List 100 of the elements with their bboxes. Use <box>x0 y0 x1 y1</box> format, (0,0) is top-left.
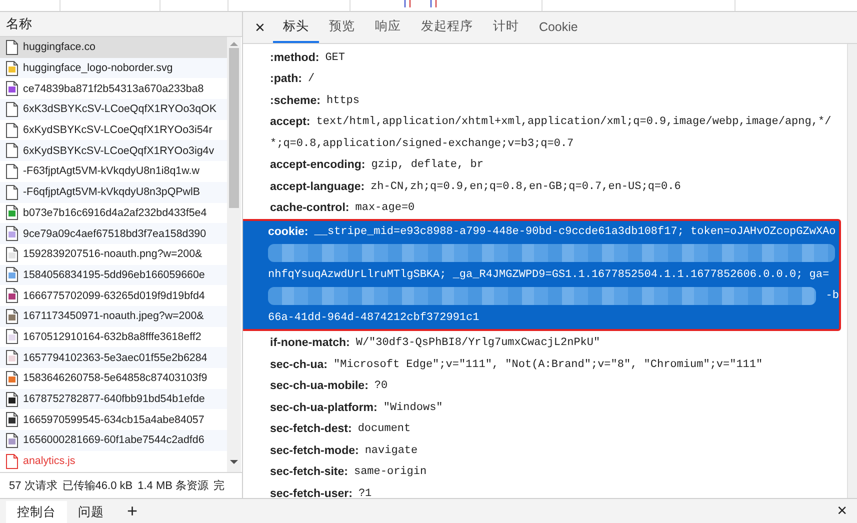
header-value: W/"30df3-QsPhBI8/Yrlg7umxCwacjL2nPkU" <box>356 337 600 350</box>
detail-tab[interactable]: 标头 <box>272 12 319 43</box>
request-row[interactable]: 9ce79a09c4aef67518bd3f7ea158d390 <box>0 223 227 244</box>
header-name: sec-ch-ua-platform: <box>270 402 378 414</box>
detail-tab[interactable]: 预览 <box>318 12 365 43</box>
header-name: accept-encoding: <box>270 159 366 172</box>
file-name: 1656000281669-60f1abe7544c2adfd6 <box>23 434 204 446</box>
header-name: :scheme: <box>270 94 320 107</box>
transferred-size: 已传输46.0 kB <box>62 479 133 494</box>
header-value: "Windows" <box>383 402 443 414</box>
request-row[interactable]: 1592839207516-noauth.png?w=200& <box>0 244 227 265</box>
header-name: sec-fetch-dest: <box>270 423 352 436</box>
header-name: sec-fetch-site: <box>270 466 348 478</box>
request-row[interactable]: 6xKydSBYKcSV-LCoeQqfX1RYOo3i54r <box>0 120 227 140</box>
request-row[interactable]: 1666775702099-63265d019f9d19bfd4 <box>0 285 227 306</box>
finish-time: 完 <box>214 478 225 494</box>
file-name: 1592839207516-noauth.png?w=200& <box>23 248 202 260</box>
file-name: -F63fjptAgt5VM-kVkqdyU8n1i8q1w.w <box>23 165 200 178</box>
file-name: 6xKydSBYKcSV-LCoeQqfX1RYOo3i54r <box>23 124 212 136</box>
request-row[interactable]: 1657794102363-5e3aec01f55e2b6284 <box>0 347 227 368</box>
header-name: :method: <box>270 52 320 64</box>
detail-tab[interactable]: 计时 <box>482 12 529 43</box>
header-name: cookie: <box>268 226 308 238</box>
detail-tab[interactable]: 发起程序 <box>410 12 483 43</box>
request-count: 57 次请求 <box>9 479 58 494</box>
add-button[interactable]: + <box>115 499 150 523</box>
file-name: 6xKydSBYKcSV-LCoeQqfX1RYOo3ig4v <box>23 144 214 157</box>
document-icon <box>6 143 18 158</box>
document-icon <box>6 454 18 469</box>
request-row[interactable]: 1670512910164-632b8a8fffe3618eff2 <box>0 326 227 348</box>
detail-tab[interactable]: Cookie <box>528 12 588 43</box>
header-name: sec-fetch-mode: <box>270 444 359 457</box>
detail-tab[interactable]: 响应 <box>364 12 411 43</box>
file-name: 1671173450971-noauth.jpeg?w=200& <box>23 310 204 322</box>
header-value: navigate <box>364 444 418 457</box>
resource-size: 1.4 MB 条资源 <box>138 479 209 494</box>
close-button[interactable]: × <box>827 499 857 523</box>
request-row[interactable]: analytics.js <box>0 450 227 472</box>
header-value: *;q=0.8,application/signed-exchange;v=b3;q=0.7 <box>270 138 574 150</box>
header-value: "Microsoft Edge";v="111", "Not(A:Brand";v="8", "Chromium";v="111" <box>334 358 763 371</box>
request-row[interactable]: 1665970599545-634cb15a4abe84057 <box>0 409 227 430</box>
file-name: 1666775702099-63265d019f9d19bfd4 <box>23 290 205 302</box>
request-row[interactable]: b073e7b16c6916d4a2af232bd433f5e4 <box>0 202 227 224</box>
request-row[interactable]: 1656000281669-60f1abe7544c2adfd6 <box>0 430 227 451</box>
file-name: analytics.js <box>23 455 76 468</box>
header-value: document <box>358 423 411 436</box>
document-icon <box>6 184 18 200</box>
request-row[interactable]: 6xKydSBYKcSV-LCoeQqfX1RYOo3ig4v <box>0 140 227 162</box>
request-row[interactable]: huggingface_logo-noborder.svg <box>0 58 227 78</box>
header-value: / <box>308 73 315 86</box>
file-name: -F6qfjptAgt5VM-kVkqdyU8n3pQPwlB <box>23 186 200 198</box>
scrollbar[interactable] <box>227 37 241 472</box>
document-icon <box>6 40 18 55</box>
header-value: nhfqYsuqAzwdUrLlruMTlgSBKA; _ga_R4JMGZWPD9=GS1.1.1677852504.1.1.1677852606.0.0.0; ga= <box>268 268 830 281</box>
header-value: gzip, deflate, br <box>371 159 484 172</box>
header-value: zh-CN,zh;q=0.9,en;q=0.8,en-GB;q=0.7,en-US;q=0.6 <box>370 180 681 193</box>
file-name: 6xK3dSBYKcSV-LCoeQqfX1RYOo3qOK <box>23 103 216 116</box>
request-row[interactable]: huggingface.co <box>0 37 227 58</box>
file-name: 1584056834195-5dd96eb166059660e <box>23 268 205 281</box>
header-value: ?1 <box>358 488 372 498</box>
file-name: huggingface_logo-noborder.svg <box>23 62 173 74</box>
header-value: max-age=0 <box>355 202 415 214</box>
header-value: -b <box>826 290 839 302</box>
request-row[interactable]: ce74839ba871f2b54313a670a233ba8 <box>0 78 227 100</box>
document-icon <box>6 102 18 117</box>
file-name: 1657794102363-5e3aec01f55e2b6284 <box>23 352 208 364</box>
file-name: 9ce79a09c4aef67518bd3f7ea158d390 <box>23 228 206 240</box>
header-name: accept-language: <box>270 180 365 193</box>
header-name: accept: <box>270 116 310 128</box>
document-icon <box>6 122 18 138</box>
file-name: 1583646260758-5e64858c87403103f9 <box>23 372 208 384</box>
scrollbar[interactable] <box>847 44 857 498</box>
request-row[interactable]: 6xK3dSBYKcSV-LCoeQqfX1RYOo3qOK <box>0 99 227 120</box>
request-row[interactable]: -F63fjptAgt5VM-kVkqdyU8n1i8q1w.w <box>0 161 227 182</box>
request-row[interactable]: 1671173450971-noauth.jpeg?w=200& <box>0 306 227 327</box>
file-name: 1665970599545-634cb15a4abe84057 <box>23 414 204 426</box>
header-name: sec-fetch-user: <box>270 488 352 498</box>
header-name: if-none-match: <box>270 337 350 350</box>
header-name: sec-ch-ua-mobile: <box>270 380 368 392</box>
header-value: ?0 <box>374 380 388 392</box>
request-row[interactable]: -F6qfjptAgt5VM-kVkqdyU8n3pQPwlB <box>0 182 227 202</box>
header-value: text/html,application/xhtml+xml,application/xml;q=0.9,image/webp,image/apng,*/ <box>316 116 832 128</box>
file-name: b073e7b16c6916d4a2af232bd433f5e4 <box>23 206 207 219</box>
header-value: 66a-41dd-964d-4874212cbf372991c1 <box>268 312 480 324</box>
header-name: :path: <box>270 73 302 86</box>
file-name: 1678752782877-640fbb91bd54b1efde <box>23 393 205 406</box>
file-name: ce74839ba871f2b54313a670a233ba8 <box>23 82 204 95</box>
request-row[interactable]: 1584056834195-5dd96eb166059660e <box>0 264 227 286</box>
column-header[interactable]: 名称 <box>0 12 242 37</box>
close-button[interactable]: × <box>247 12 273 43</box>
file-name: huggingface.co <box>23 41 96 54</box>
request-row[interactable]: 1583646260758-5e64858c87403103f9 <box>0 368 227 389</box>
header-name: sec-ch-ua: <box>270 358 328 371</box>
header-value: GET <box>325 52 345 64</box>
header-value: same-origin <box>354 466 427 478</box>
drawer-tab[interactable]: 问题 <box>67 501 115 523</box>
request-row[interactable]: 1678752782877-640fbb91bd54b1efde <box>0 388 227 410</box>
file-name: 1670512910164-632b8a8fffe3618eff2 <box>23 330 202 343</box>
header-name: cache-control: <box>270 202 350 214</box>
drawer-tab[interactable]: 控制台 <box>6 501 67 523</box>
